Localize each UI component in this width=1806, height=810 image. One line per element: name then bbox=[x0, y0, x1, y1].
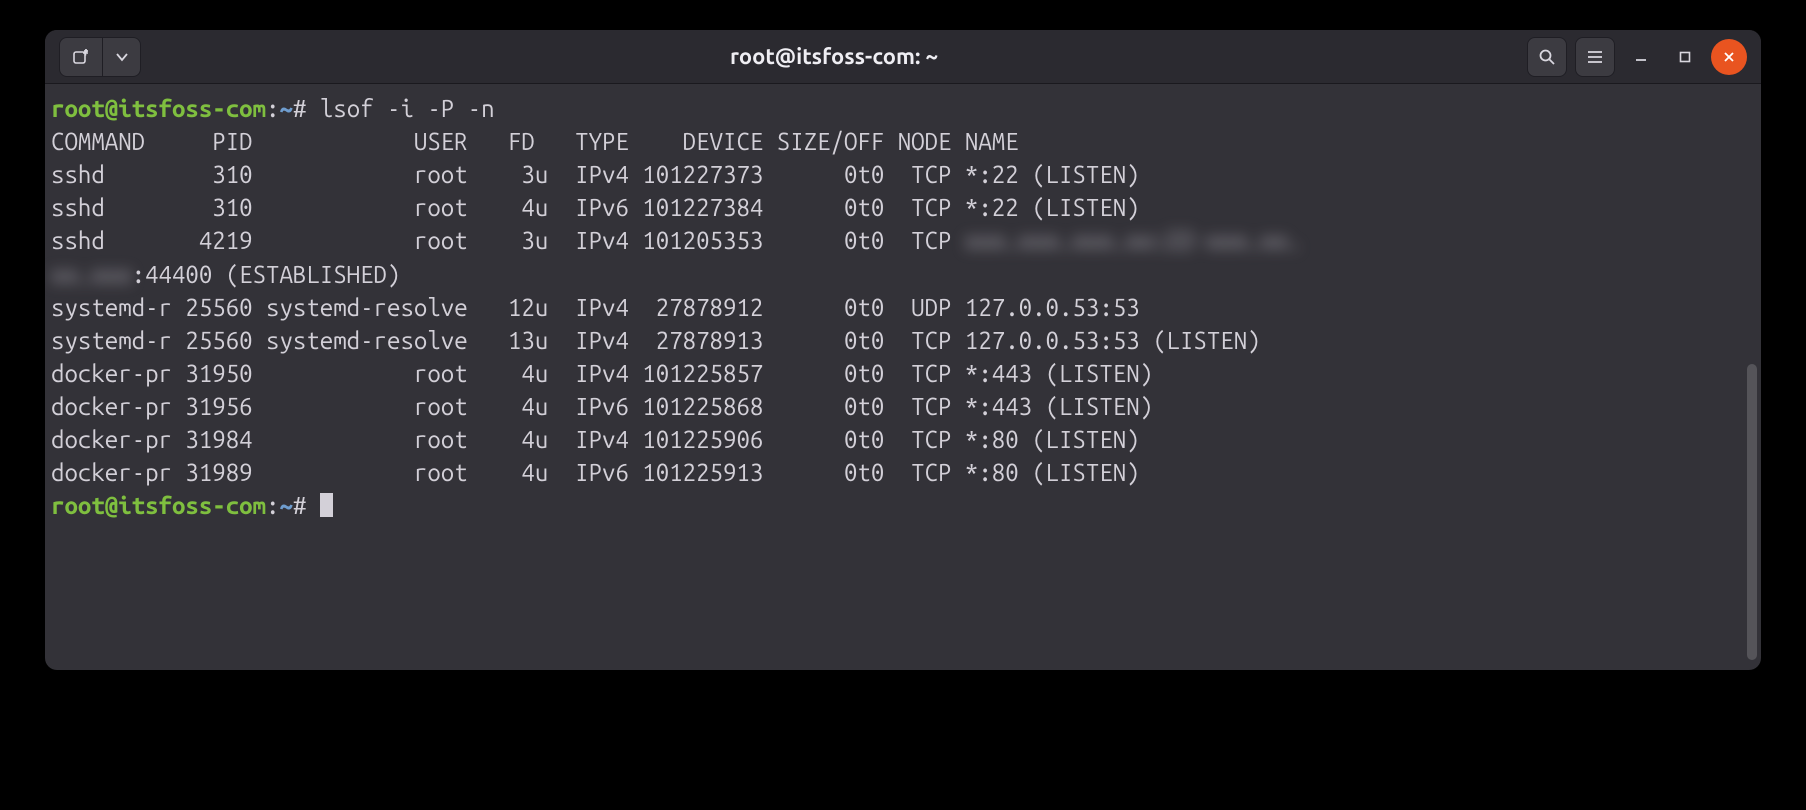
table-row: sshd 310 root 4u IPv6 101227384 0t0 TCP … bbox=[51, 194, 1140, 221]
table-row: docker-pr 31956 root 4u IPv6 101225868 0… bbox=[51, 393, 1153, 420]
hamburger-icon bbox=[1586, 48, 1604, 66]
close-icon bbox=[1722, 50, 1736, 64]
chevron-down-icon bbox=[115, 50, 129, 64]
redacted-ip: xx.xxx bbox=[51, 261, 132, 288]
search-button[interactable] bbox=[1527, 37, 1567, 77]
terminal-body[interactable]: root@itsfoss-com:~# lsof -i -P -n COMMAN… bbox=[45, 84, 1761, 670]
table-row: systemd-r 25560 systemd-resolve 13u IPv4… bbox=[51, 327, 1261, 354]
table-header: COMMAND PID USER FD TYPE DEVICE SIZE/OFF… bbox=[51, 128, 1019, 155]
prompt-path: ~ bbox=[280, 95, 293, 122]
maximize-icon bbox=[1678, 50, 1692, 64]
menu-button[interactable] bbox=[1575, 37, 1615, 77]
prompt-sep: : bbox=[266, 492, 279, 519]
scrollbar[interactable] bbox=[1747, 364, 1757, 660]
prompt-sep2: # bbox=[293, 492, 320, 519]
tab-dropdown-button[interactable] bbox=[103, 37, 141, 77]
command-text: lsof -i -P -n bbox=[320, 95, 495, 122]
prompt-sep2: # bbox=[293, 95, 320, 122]
close-button[interactable] bbox=[1711, 39, 1747, 75]
prompt-sep: : bbox=[266, 95, 279, 122]
terminal-window: root@itsfoss-com: ~ bbox=[45, 30, 1761, 670]
table-row: systemd-r 25560 systemd-resolve 12u IPv4… bbox=[51, 294, 1140, 321]
minimize-button[interactable] bbox=[1623, 39, 1659, 75]
table-row: sshd 4219 root 3u IPv4 101205353 0t0 TCP bbox=[51, 227, 965, 254]
redacted-ip: xxx.xxx.xxx.xx:22-xxx.xx. bbox=[965, 227, 1301, 254]
maximize-button[interactable] bbox=[1667, 39, 1703, 75]
prompt-userhost: root@itsfoss-com bbox=[51, 95, 266, 122]
table-row: docker-pr 31984 root 4u IPv4 101225906 0… bbox=[51, 426, 1140, 453]
prompt-path: ~ bbox=[280, 492, 293, 519]
window-title: root@itsfoss-com: ~ bbox=[149, 44, 1519, 69]
new-tab-button[interactable] bbox=[59, 37, 103, 77]
table-row-cont: :44400 (ESTABLISHED) bbox=[132, 261, 401, 288]
minimize-icon bbox=[1634, 50, 1648, 64]
new-tab-icon bbox=[72, 48, 90, 66]
cursor bbox=[320, 493, 333, 517]
table-row: docker-pr 31950 root 4u IPv4 101225857 0… bbox=[51, 360, 1153, 387]
prompt-userhost: root@itsfoss-com bbox=[51, 492, 266, 519]
table-row: docker-pr 31989 root 4u IPv6 101225913 0… bbox=[51, 459, 1140, 486]
titlebar: root@itsfoss-com: ~ bbox=[45, 30, 1761, 84]
table-row: sshd 310 root 3u IPv4 101227373 0t0 TCP … bbox=[51, 161, 1140, 188]
search-icon bbox=[1538, 48, 1556, 66]
